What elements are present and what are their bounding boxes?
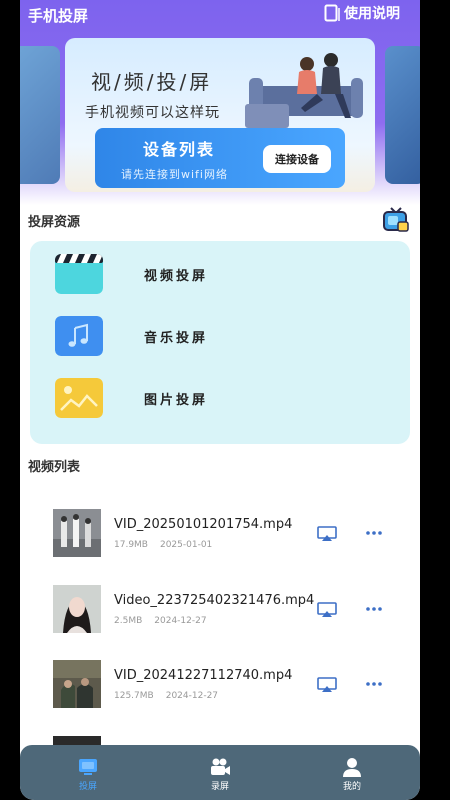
more-options-icon[interactable]	[366, 680, 382, 688]
video-meta: 125.7MB 2024-12-27	[114, 691, 218, 701]
tab-profile[interactable]: 我的	[322, 757, 382, 792]
help-button[interactable]: 使用说明	[324, 3, 400, 23]
user-icon	[343, 758, 361, 777]
tab-label: 录屏	[210, 782, 229, 792]
video-size: 17.9MB	[114, 540, 148, 550]
video-size: 125.7MB	[114, 691, 154, 701]
video-row[interactable]: VID_20241227112740.mp4 125.7MB 2024-12-27	[20, 660, 420, 710]
resources-panel: 视频投屏 音乐投屏 图片投屏	[30, 241, 410, 444]
bottom-tab-bar: 投屏 录屏 我的	[20, 745, 420, 800]
cast-icon[interactable]	[317, 602, 337, 618]
resource-item-image[interactable]: 图片投屏	[30, 373, 410, 423]
video-thumbnail	[53, 585, 101, 633]
music-note-icon	[55, 316, 103, 356]
cast-tv-icon	[79, 759, 97, 775]
tab-label: 投屏	[78, 782, 97, 792]
videos-section-title: 视频列表	[28, 460, 81, 475]
help-label: 使用说明	[344, 6, 400, 22]
video-date: 2024-12-27	[154, 616, 207, 626]
resource-label-music: 音乐投屏	[144, 330, 209, 346]
video-filename: Video_223725402321476.mp4	[114, 593, 315, 608]
document-icon	[324, 4, 340, 22]
tab-record[interactable]: 录屏	[190, 757, 250, 792]
app-title: 手机投屏	[28, 7, 89, 25]
video-meta: 17.9MB 2025-01-01	[114, 540, 212, 550]
device-list-card[interactable]: 设备列表 请先连接到wifi网络 连接设备	[95, 128, 345, 188]
video-row[interactable]: VID_20250101201754.mp4 17.9MB 2025-01-01	[20, 509, 420, 559]
resource-item-video[interactable]: 视频投屏	[30, 249, 410, 299]
video-filename: VID_20250101201754.mp4	[114, 517, 293, 532]
banner-title: 视/频/投/屏	[91, 70, 213, 94]
carousel-prev-card[interactable]	[20, 46, 60, 184]
banner-card[interactable]: 视/频/投/屏 手机视频可以这样玩 设备列表 请先连接到wifi网络 连接设备	[65, 38, 375, 192]
app-screen: 手机投屏 使用说明 视/频/投/屏 手机视频可以这样玩 设备列表 请先连接到wi…	[20, 0, 420, 800]
couple-on-sofa-illustration	[245, 53, 363, 128]
video-date: 2024-12-27	[165, 691, 219, 701]
banner-subtitle: 手机视频可以这样玩	[85, 105, 220, 121]
more-options-icon[interactable]	[366, 605, 382, 613]
tv-icon[interactable]	[382, 205, 410, 233]
video-thumbnail	[53, 660, 101, 708]
video-row[interactable]: Video_223725402321476.mp4 2.5MB 2024-12-2…	[20, 585, 420, 635]
connect-device-button[interactable]: 连接设备	[263, 145, 331, 173]
video-date: 2025-01-01	[159, 540, 213, 550]
video-meta: 2.5MB 2024-12-27	[114, 616, 207, 626]
more-options-icon[interactable]	[366, 529, 382, 537]
video-size: 2.5MB	[114, 616, 143, 626]
resource-label-video: 视频投屏	[144, 268, 209, 284]
cast-icon[interactable]	[317, 677, 337, 693]
video-camera-icon	[211, 758, 230, 775]
carousel-next-card[interactable]	[385, 46, 420, 184]
video-thumbnail	[53, 509, 101, 557]
clapperboard-icon	[55, 254, 103, 294]
image-icon	[55, 378, 103, 418]
cast-icon[interactable]	[317, 526, 337, 542]
video-filename: VID_20241227112740.mp4	[114, 668, 293, 683]
resource-label-image: 图片投屏	[144, 392, 209, 408]
device-list-title: 设备列表	[143, 140, 216, 159]
resources-section-title: 投屏资源	[28, 215, 81, 230]
tab-label: 我的	[342, 782, 361, 792]
device-list-hint: 请先连接到wifi网络	[121, 168, 228, 181]
tab-cast[interactable]: 投屏	[58, 757, 118, 792]
resource-item-music[interactable]: 音乐投屏	[30, 311, 410, 361]
